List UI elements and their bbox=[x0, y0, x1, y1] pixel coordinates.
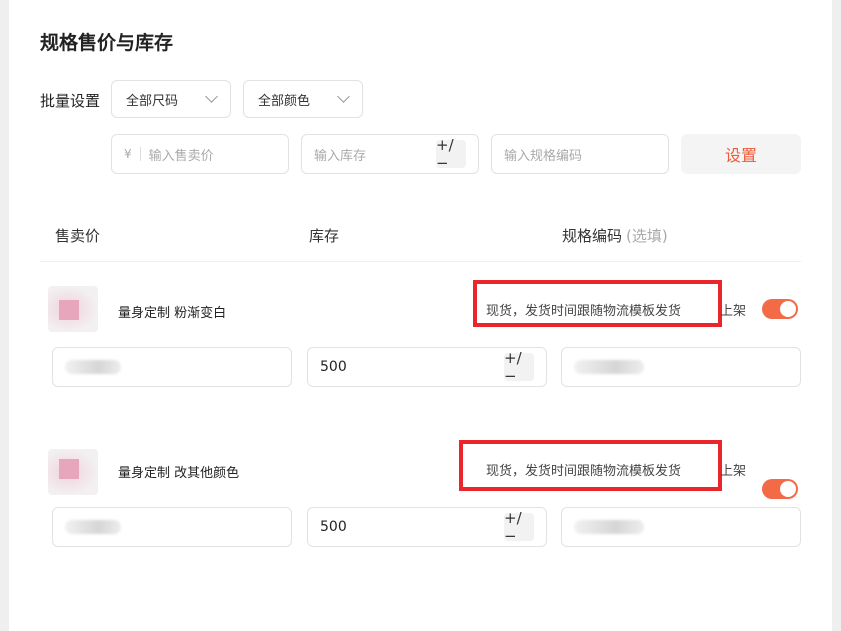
batch-price-placeholder: 输入售卖价 bbox=[148, 148, 214, 164]
batch-stock-placeholder: 输入库存 bbox=[314, 148, 367, 164]
plus-minus-button[interactable]: +/− bbox=[436, 136, 466, 172]
column-header-stock: 库存 bbox=[309, 227, 340, 245]
batch-price-input[interactable]: ¥ 输入售卖价 bbox=[111, 134, 289, 174]
size-select-value: 全部尺码 bbox=[126, 93, 179, 109]
size-select[interactable]: 全部尺码 bbox=[111, 80, 231, 118]
shelf-label: 上架 bbox=[720, 304, 747, 319]
stock-value: 500 bbox=[320, 359, 347, 375]
price-input[interactable] bbox=[52, 507, 292, 547]
spec-price-stock-card: 规格售价与库存 批量设置 全部尺码 全部颜色 ¥ 输入售卖价 输入库存 +/− … bbox=[9, 0, 832, 631]
batch-code-input[interactable]: 输入规格编码 bbox=[491, 134, 669, 174]
redacted-value bbox=[574, 360, 644, 374]
toggle-knob bbox=[780, 301, 796, 317]
variant-name: 量身定制 粉渐变白 bbox=[118, 306, 227, 321]
variant-name: 量身定制 改其他颜色 bbox=[118, 466, 240, 481]
stock-input[interactable]: 500 +/− bbox=[307, 507, 547, 547]
currency-icon: ¥ bbox=[124, 147, 132, 161]
code-input[interactable] bbox=[561, 347, 801, 387]
color-swatch bbox=[59, 300, 79, 320]
shipping-info: 现货，发货时间跟随物流模板发货 bbox=[486, 464, 682, 479]
redacted-value bbox=[65, 360, 121, 374]
shelf-toggle[interactable] bbox=[762, 299, 798, 319]
chevron-down-icon bbox=[205, 90, 218, 103]
redacted-value bbox=[574, 520, 644, 534]
color-select-value: 全部颜色 bbox=[258, 93, 311, 109]
stock-input[interactable]: 500 +/− bbox=[307, 347, 547, 387]
shipping-info: 现货，发货时间跟随物流模板发货 bbox=[486, 304, 682, 319]
price-input[interactable] bbox=[52, 347, 292, 387]
variant-thumbnail bbox=[48, 449, 98, 495]
header-divider bbox=[40, 261, 801, 262]
section-title: 规格售价与库存 bbox=[40, 32, 174, 54]
code-input[interactable] bbox=[561, 507, 801, 547]
batch-stock-input[interactable]: 输入库存 +/− bbox=[301, 134, 479, 174]
color-select[interactable]: 全部颜色 bbox=[243, 80, 363, 118]
column-header-code-optional: (选填) bbox=[626, 227, 668, 245]
chevron-down-icon bbox=[337, 90, 350, 103]
batch-settings-label: 批量设置 bbox=[40, 92, 101, 110]
column-header-code-label: 规格编码 bbox=[562, 227, 623, 245]
color-swatch bbox=[59, 459, 79, 479]
input-divider bbox=[139, 147, 141, 161]
variant-thumbnail bbox=[48, 286, 98, 332]
column-header-code: 规格编码 (选填) bbox=[562, 225, 668, 246]
plus-minus-button[interactable]: +/− bbox=[504, 509, 534, 545]
column-header-price: 售卖价 bbox=[55, 227, 101, 245]
plus-minus-button[interactable]: +/− bbox=[504, 349, 534, 385]
batch-code-placeholder: 输入规格编码 bbox=[504, 148, 583, 164]
stock-value: 500 bbox=[320, 519, 347, 535]
shelf-label: 上架 bbox=[720, 464, 747, 479]
shelf-toggle[interactable] bbox=[762, 479, 798, 499]
redacted-value bbox=[65, 520, 121, 534]
batch-set-button[interactable]: 设置 bbox=[681, 134, 801, 174]
toggle-knob bbox=[780, 481, 796, 497]
